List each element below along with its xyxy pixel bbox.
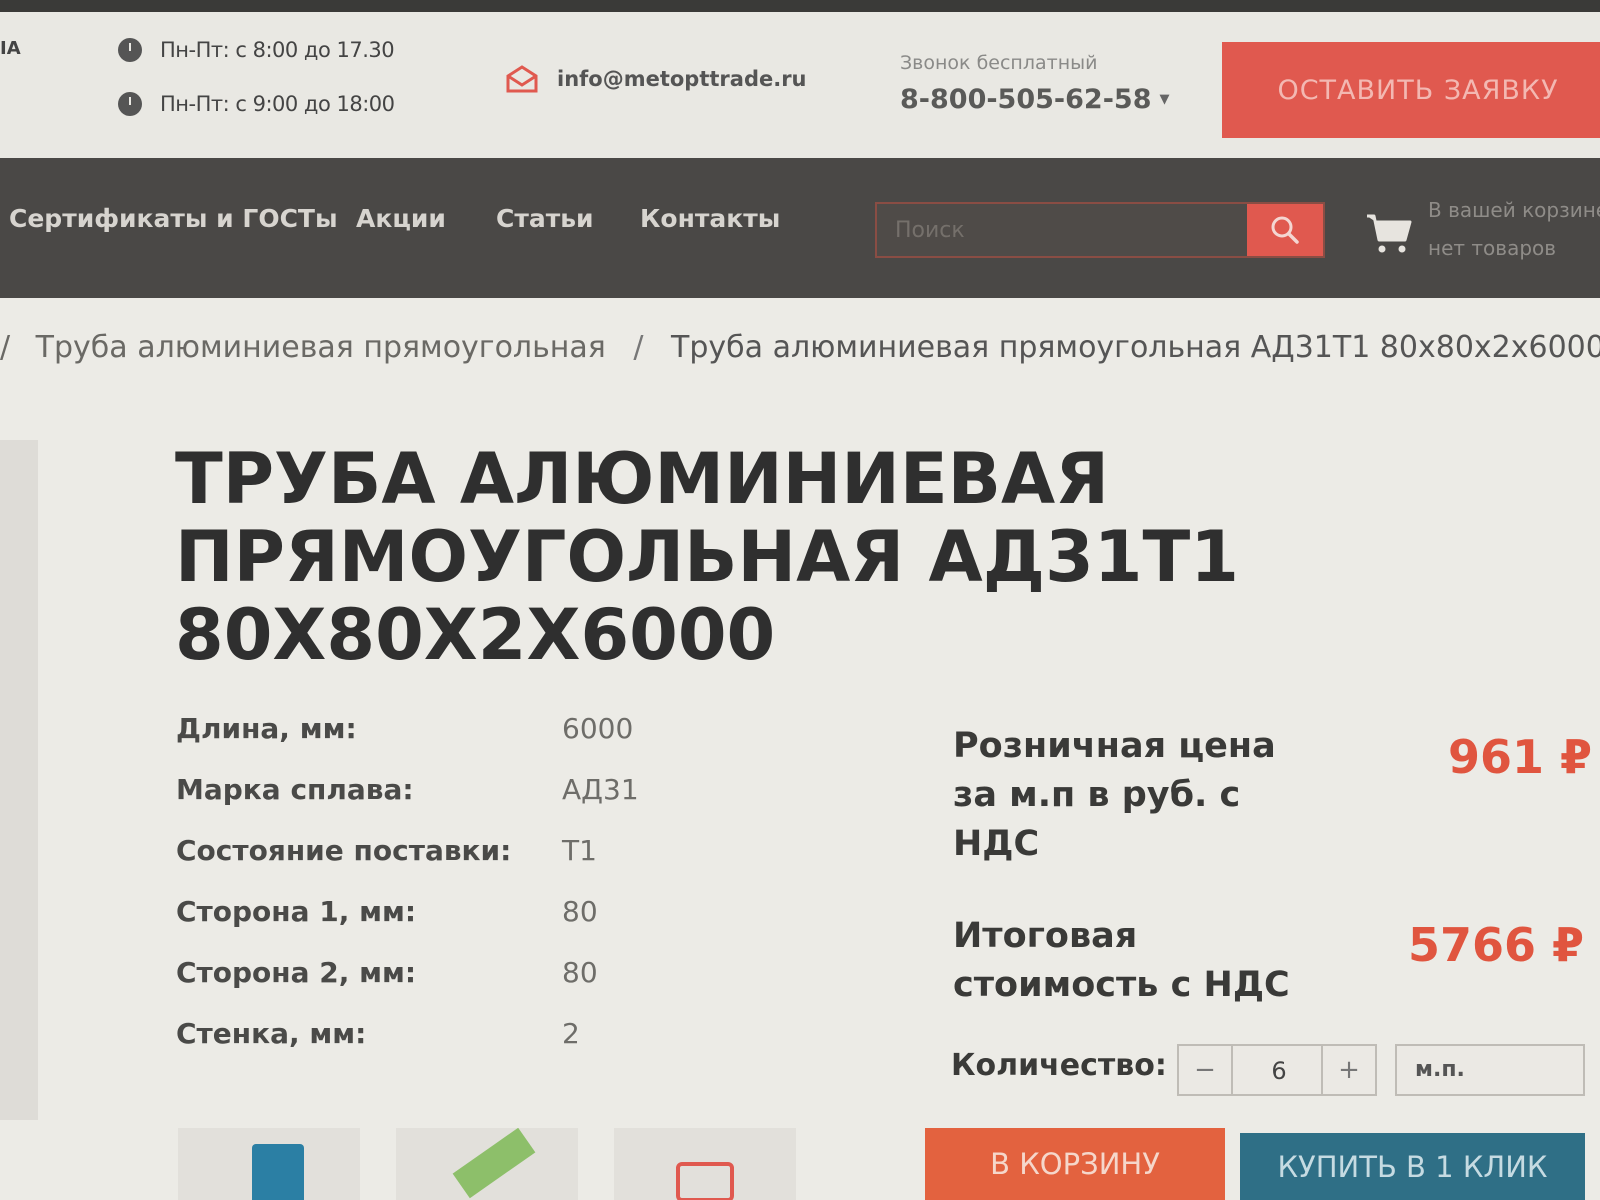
clock-icon [118, 38, 142, 62]
search-icon [1271, 216, 1299, 244]
buy-one-click-button[interactable]: КУПИТЬ В 1 КЛИК [1240, 1133, 1585, 1200]
product-thumbnail[interactable] [178, 1128, 360, 1200]
thumbnail-graphic [452, 1128, 536, 1199]
product-thumbnail[interactable] [396, 1128, 578, 1200]
unit-select[interactable]: м.п. [1395, 1044, 1585, 1096]
spec-label: Стенка, мм: [176, 1017, 367, 1050]
main-nav: Сертификаты и ГОСТы Акции Статьи Контакт… [0, 158, 1600, 298]
add-to-cart-button[interactable]: В КОРЗИНУ [925, 1128, 1225, 1200]
total-price-label: Итоговая стоимость с НДС [953, 916, 1290, 1005]
spec-value: 80 [562, 895, 598, 928]
logo-fragment: IA [0, 38, 21, 59]
page-title: Труба алюминиевая прямоугольная АД31Т1 8… [175, 438, 1239, 676]
search-button[interactable] [1247, 204, 1323, 256]
phone-caption: Звонок бесплатный [900, 52, 1098, 74]
clock-icon [118, 92, 142, 116]
mail-icon [506, 65, 538, 93]
cart-status-line-1: В вашей корзине [1428, 198, 1600, 222]
quantity-increase-button[interactable]: + [1321, 1046, 1375, 1094]
spec-label: Длина, мм: [176, 712, 357, 745]
cart-status-line-2: нет товаров [1428, 236, 1557, 260]
cart-icon [1367, 214, 1412, 253]
spec-label: Состояние поставки: [176, 834, 512, 867]
total-price-value: 5766 ₽ [1408, 918, 1585, 972]
breadcrumb-item-current: Труба алюминиевая прямоугольная АД31Т1 8… [671, 330, 1600, 365]
nav-item-articles[interactable]: Статьи [496, 204, 594, 233]
phone-block: Звонок бесплатный 8-800-505-62-58 ▼ [900, 52, 1169, 115]
screen-top-edge [0, 0, 1600, 12]
breadcrumb-separator: / [633, 330, 644, 365]
retail-price-label: Розничная цена за м.п в руб. с НДС [953, 726, 1276, 864]
working-hours-text-2: Пн-Пт: с 9:00 до 18:00 [160, 92, 395, 116]
breadcrumb: / Труба алюминиевая прямоугольная / Труб… [0, 330, 1600, 365]
working-hours-row-1: Пн-Пт: с 8:00 до 17.30 [118, 38, 395, 62]
spec-value: 80 [562, 956, 598, 989]
thumbnail-graphic [252, 1144, 304, 1200]
nav-item-certificates[interactable]: Сертификаты и ГОСТы [9, 204, 338, 233]
search-box [875, 202, 1325, 258]
mini-cart[interactable]: В вашей корзине нет товаров [1365, 198, 1600, 268]
phone-dropdown[interactable]: 8-800-505-62-58 ▼ [900, 84, 1169, 115]
working-hours-text-1: Пн-Пт: с 8:00 до 17.30 [160, 38, 395, 62]
retail-price-value: 961 ₽ [1448, 730, 1593, 784]
spec-label: Марка сплава: [176, 773, 414, 806]
spec-value: АД31 [562, 773, 639, 806]
spec-value: 2 [562, 1017, 580, 1050]
spec-label: Сторона 2, мм: [176, 956, 417, 989]
spec-value: 6000 [562, 712, 634, 745]
top-info-bar: IA Пн-Пт: с 8:00 до 17.30 Пн-Пт: с 9:00 … [0, 0, 1600, 158]
leave-request-button[interactable]: ОСТАВИТЬ ЗАЯВКУ [1222, 42, 1600, 138]
email-link[interactable]: info@metopttrade.ru [557, 67, 807, 91]
nav-item-promotions[interactable]: Акции [356, 204, 446, 233]
quantity-input[interactable] [1235, 1046, 1323, 1096]
chevron-down-icon[interactable]: ▼ [1159, 92, 1169, 107]
quantity-label: Количество: [951, 1048, 1167, 1083]
document-icon [676, 1162, 734, 1200]
search-input[interactable] [877, 204, 1247, 256]
spec-label: Сторона 1, мм: [176, 895, 417, 928]
quantity-stepper: − + [1177, 1044, 1377, 1096]
quantity-decrease-button[interactable]: − [1179, 1046, 1233, 1094]
product-image-edge [0, 440, 38, 1120]
breadcrumb-item-category[interactable]: Труба алюминиевая прямоугольная [36, 330, 606, 365]
product-thumbnail[interactable] [614, 1128, 796, 1200]
nav-item-contacts[interactable]: Контакты [640, 204, 780, 233]
working-hours-row-2: Пн-Пт: с 9:00 до 18:00 [118, 92, 395, 116]
phone-number[interactable]: 8-800-505-62-58 [900, 84, 1151, 115]
spec-value: Т1 [562, 834, 597, 867]
email-contact[interactable]: info@metopttrade.ru [505, 64, 807, 94]
breadcrumb-separator: / [0, 330, 11, 365]
